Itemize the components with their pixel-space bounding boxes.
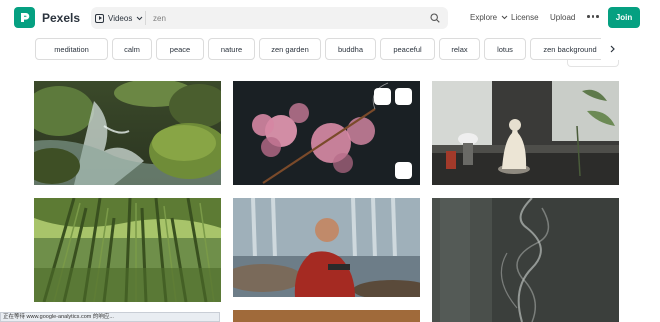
video-thumbnail[interactable]: [34, 198, 221, 302]
tag-chip[interactable]: calm: [112, 38, 152, 60]
video-thumbnail[interactable]: [432, 81, 619, 185]
tag-chip[interactable]: lotus: [484, 38, 526, 60]
pexels-logo-icon[interactable]: [14, 7, 35, 28]
play-icon: [95, 13, 104, 23]
tag-chip[interactable]: buddha: [325, 38, 376, 60]
like-button[interactable]: [395, 88, 412, 105]
video-thumbnail[interactable]: [233, 81, 420, 185]
search-divider: [145, 11, 146, 25]
chevron-right-icon: [610, 45, 615, 53]
nav-explore[interactable]: Explore: [470, 13, 508, 22]
collect-button[interactable]: [374, 88, 391, 105]
video-thumbnail[interactable]: [432, 198, 619, 322]
nav-upload[interactable]: Upload: [550, 13, 575, 22]
download-button[interactable]: [395, 162, 412, 179]
filter-dropdown[interactable]: [567, 60, 619, 67]
tag-chip[interactable]: nature: [208, 38, 255, 60]
media-type-label: Videos: [108, 13, 133, 23]
browser-status-bar: 正在等待 www.google-analytics.com 的响应...: [0, 312, 220, 322]
tag-chip[interactable]: zen garden: [259, 38, 321, 60]
video-thumbnail[interactable]: [233, 198, 420, 297]
top-nav: Pexels Videos Explore License Upload Joi…: [0, 0, 660, 36]
chevron-down-icon: [502, 15, 508, 20]
tag-chip[interactable]: peaceful: [380, 38, 435, 60]
tag-chip[interactable]: peace: [156, 38, 204, 60]
nav-license[interactable]: License: [511, 13, 539, 22]
join-button[interactable]: Join: [608, 7, 640, 28]
tag-chip[interactable]: zen background: [530, 38, 610, 60]
video-thumbnail[interactable]: [34, 81, 221, 185]
related-tags: meditation calm peace nature zen garden …: [35, 38, 610, 60]
search-input[interactable]: [153, 7, 413, 29]
tag-chip[interactable]: relax: [439, 38, 480, 60]
video-thumbnail[interactable]: [233, 310, 420, 322]
logo-text[interactable]: Pexels: [42, 11, 80, 25]
more-icon[interactable]: [587, 15, 599, 18]
page: Pexels Videos Explore License Upload Joi…: [0, 0, 660, 322]
tags-next-button[interactable]: [601, 38, 623, 60]
media-type-select[interactable]: Videos: [95, 7, 143, 29]
chevron-down-icon: [136, 16, 143, 20]
tag-chip[interactable]: meditation: [35, 38, 108, 60]
search-bar: Videos: [91, 7, 448, 29]
search-icon[interactable]: [430, 13, 440, 23]
